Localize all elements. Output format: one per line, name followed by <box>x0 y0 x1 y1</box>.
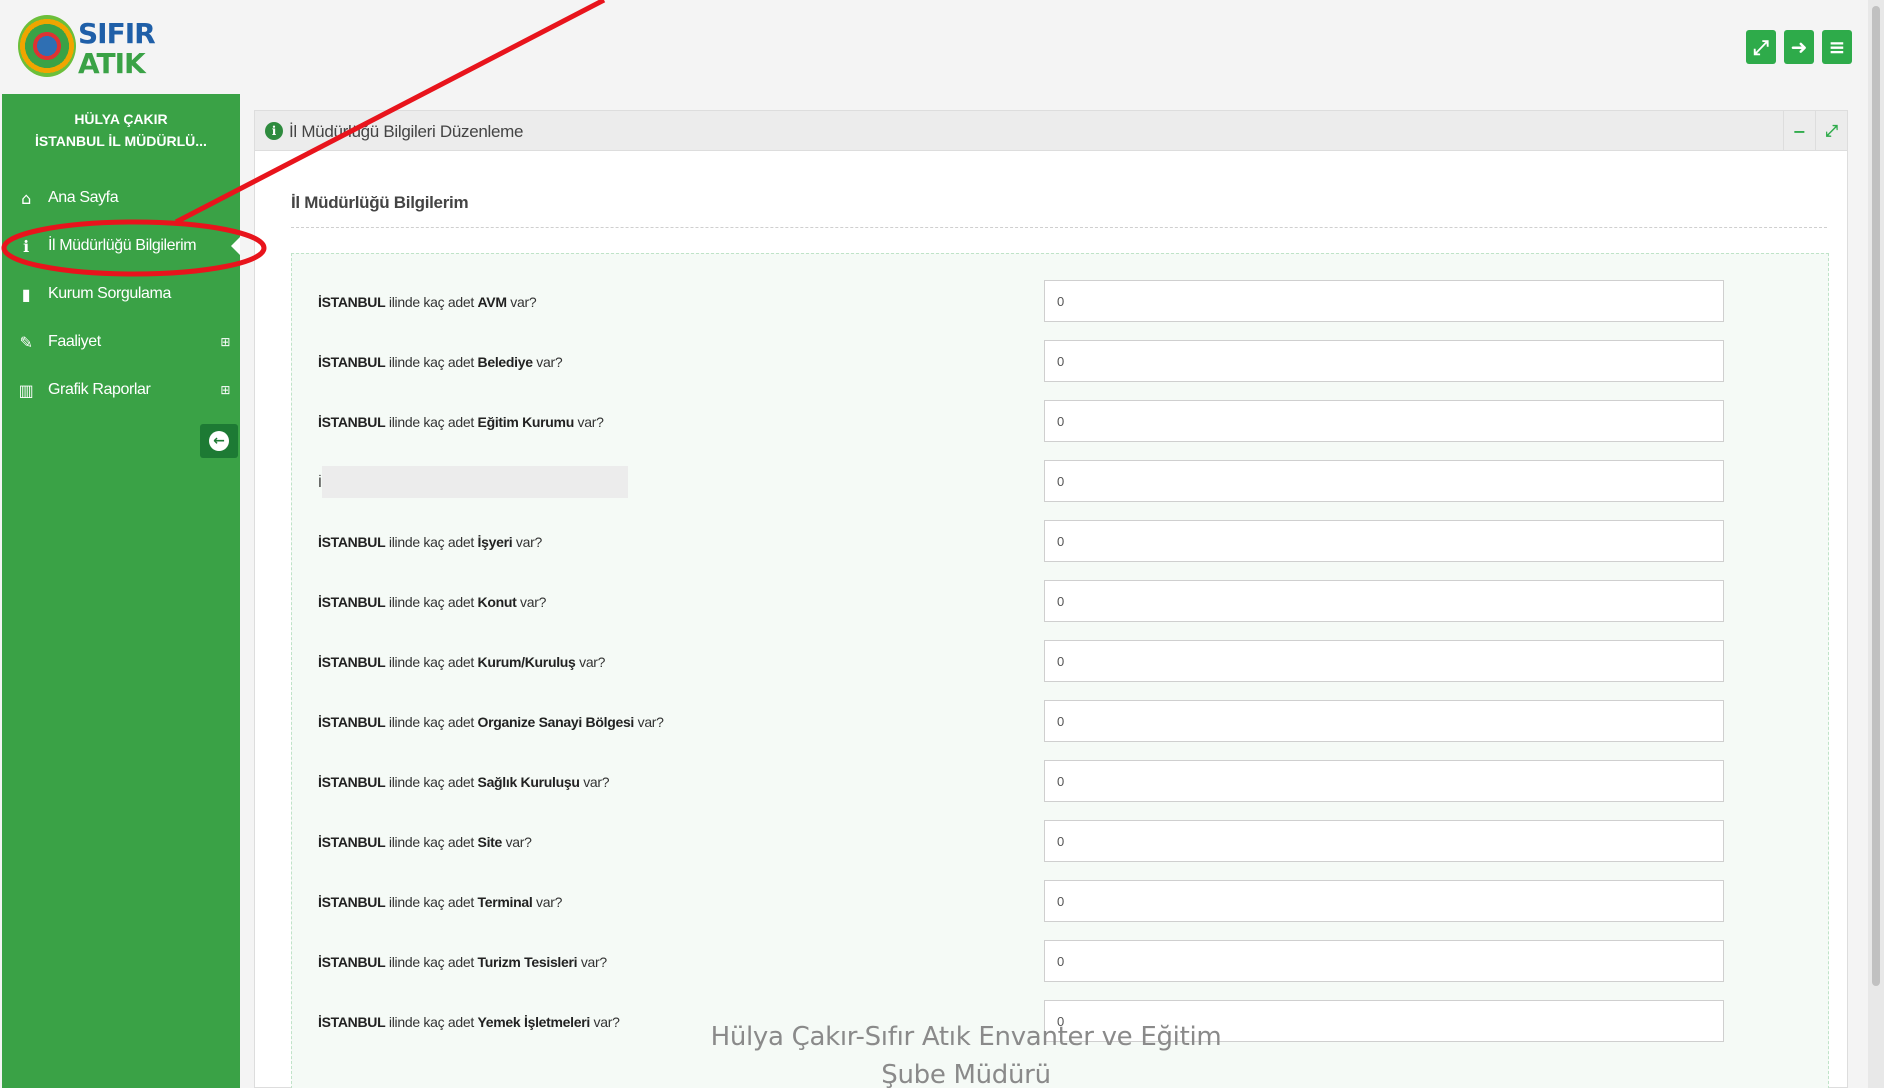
logo-word-sifir: SIFIR <box>78 17 156 50</box>
question-input[interactable] <box>1044 580 1724 622</box>
question-label: İSTANBUL ilinde kaç adet Organize Sanayi… <box>318 714 664 730</box>
question-input[interactable] <box>1044 820 1724 862</box>
info-icon: i <box>265 122 283 140</box>
building-icon: ▮ <box>21 284 31 304</box>
sidebar-item-label: Kurum Sorgulama <box>48 285 171 302</box>
logout-button[interactable]: ➜ <box>1784 30 1814 64</box>
user-info: HÜLYA ÇAKIR İSTANBUL İL MÜDÜRLÜ... <box>2 108 240 152</box>
question-row: İSTANBUL ilinde kaç adet Organize Sanayi… <box>292 700 1828 760</box>
sidebar: HÜLYA ÇAKIR İSTANBUL İL MÜDÜRLÜ... ⌂ Ana… <box>2 94 240 1088</box>
question-label: İSTANBUL ilinde kaç adet Terminal var? <box>318 894 563 910</box>
question-label: İSTANBUL ilinde kaç adet İşyeri var? <box>318 534 542 550</box>
top-bar: SIFIR ATIK ⤢ ➜ ≡ <box>0 0 1868 94</box>
sign-out-icon: ➜ <box>1790 35 1808 59</box>
sidebar-item-label: İl Müdürlüğü Bilgilerim <box>48 237 197 254</box>
main-panel: i İl Müdürlüğü Bilgileri Düzenleme − ⤢ İ… <box>254 110 1848 1088</box>
sidebar-item-ana-sayfa[interactable]: ⌂ Ana Sayfa <box>2 176 240 220</box>
minus-icon: − <box>1792 121 1807 141</box>
page-scrollbar[interactable] <box>1868 0 1884 1088</box>
question-label: İSTANBUL ilinde kaç adet Konut var? <box>318 594 547 610</box>
sidebar-item-grafik-raporlar[interactable]: ▥ Grafik Raporlar ⊞ <box>2 368 240 412</box>
sidebar-item-label: Grafik Raporlar <box>48 381 151 398</box>
question-input[interactable] <box>1044 700 1724 742</box>
scrollbar-thumb[interactable] <box>1872 6 1880 986</box>
question-input[interactable] <box>1044 280 1724 322</box>
question-input[interactable] <box>1044 400 1724 442</box>
section-divider <box>291 227 1827 228</box>
fullscreen-icon: ⤢ <box>1753 35 1769 59</box>
edit-icon: ✎ <box>19 332 33 352</box>
watermark-line-1: Hülya Çakır-Sıfır Atık Envanter ve Eğiti… <box>710 1022 1222 1052</box>
fullscreen-button[interactable]: ⤢ <box>1746 30 1776 64</box>
question-label: İSTANBUL ilinde kaç adet Eğitim Kurumu v… <box>318 414 604 430</box>
sidebar-item-label: Faaliyet <box>48 333 101 350</box>
expand-icon: ⤢ <box>1825 121 1838 140</box>
panel-expand-button[interactable]: ⤢ <box>1815 111 1847 151</box>
hamburger-icon: ≡ <box>1828 35 1846 59</box>
redacted-label <box>322 466 628 498</box>
question-row: İSTANBUL ilinde kaç adet AVM var? <box>292 280 1828 340</box>
expand-icon[interactable]: ⊞ <box>220 335 230 349</box>
menu-button[interactable]: ≡ <box>1822 30 1852 64</box>
active-caret-icon <box>231 237 240 255</box>
sidebar-item-il-mudurlugu-bilgilerim[interactable]: ℹ İl Müdürlüğü Bilgilerim <box>2 224 240 268</box>
logo-emblem-icon <box>18 15 76 77</box>
expand-icon[interactable]: ⊞ <box>220 383 230 397</box>
question-row: İSTANBUL ilinde kaç adet Site var? <box>292 820 1828 880</box>
arrow-left-icon: ← <box>209 431 229 451</box>
question-row: İSTANBUL ilinde kaç adet Terminal var? <box>292 880 1828 940</box>
question-label: İSTANBUL ilinde kaç adet Belediye var? <box>318 354 563 370</box>
question-row: İSTANBUL ilinde kaç adet Belediye var? <box>292 340 1828 400</box>
sidebar-item-faaliyet[interactable]: ✎ Faaliyet ⊞ <box>2 320 240 364</box>
question-label: İSTANBUL ilinde kaç adet Turizm Tesisler… <box>318 954 607 970</box>
question-row: İ <box>292 460 1828 520</box>
question-input[interactable] <box>1044 460 1724 502</box>
question-row: İSTANBUL ilinde kaç adet Sağlık Kuruluşu… <box>292 760 1828 820</box>
info-icon: ℹ <box>23 236 29 256</box>
question-row: İSTANBUL ilinde kaç adet Eğitim Kurumu v… <box>292 400 1828 460</box>
bar-chart-icon: ▥ <box>18 380 34 400</box>
question-input[interactable] <box>1044 760 1724 802</box>
user-name: HÜLYA ÇAKIR <box>74 111 168 127</box>
logo-word-atik: ATIK <box>78 47 146 80</box>
question-label: İSTANBUL ilinde kaç adet Site var? <box>318 834 532 850</box>
question-row: İSTANBUL ilinde kaç adet İşyeri var? <box>292 520 1828 580</box>
sidebar-collapse-button[interactable]: ← <box>200 424 238 458</box>
panel-title: İl Müdürlüğü Bilgileri Düzenleme <box>289 122 524 141</box>
panel-header: i İl Müdürlüğü Bilgileri Düzenleme − ⤢ <box>255 111 1847 151</box>
home-icon: ⌂ <box>21 188 31 208</box>
section-title: İl Müdürlüğü Bilgilerim <box>291 193 469 212</box>
question-input[interactable] <box>1044 340 1724 382</box>
sidebar-item-kurum-sorgulama[interactable]: ▮ Kurum Sorgulama <box>2 272 240 316</box>
question-label: İSTANBUL ilinde kaç adet AVM var? <box>318 294 537 310</box>
question-input[interactable] <box>1044 520 1724 562</box>
panel-minimize-button[interactable]: − <box>1783 111 1815 151</box>
question-label: İSTANBUL ilinde kaç adet Yemek İşletmele… <box>318 1014 620 1030</box>
sidebar-item-label: Ana Sayfa <box>48 189 119 206</box>
watermark-line-2: Şube Müdürü <box>881 1060 1051 1088</box>
question-form: İSTANBUL ilinde kaç adet AVM var? İSTANB… <box>291 253 1829 1088</box>
question-row: İSTANBUL ilinde kaç adet Kurum/Kuruluş v… <box>292 640 1828 700</box>
question-row: İSTANBUL ilinde kaç adet Konut var? <box>292 580 1828 640</box>
user-organization: İSTANBUL İL MÜDÜRLÜ... <box>35 133 207 149</box>
question-input[interactable] <box>1044 940 1724 982</box>
question-row: İSTANBUL ilinde kaç adet Turizm Tesisler… <box>292 940 1828 1000</box>
question-label: İSTANBUL ilinde kaç adet Kurum/Kuruluş v… <box>318 654 606 670</box>
question-input[interactable] <box>1044 880 1724 922</box>
watermark-caption: Hülya Çakır-Sıfır Atık Envanter ve Eğiti… <box>686 1018 1246 1088</box>
question-input[interactable] <box>1044 640 1724 682</box>
question-label: İSTANBUL ilinde kaç adet Sağlık Kuruluşu… <box>318 774 610 790</box>
sifir-atik-logo[interactable]: SIFIR ATIK <box>18 15 156 81</box>
